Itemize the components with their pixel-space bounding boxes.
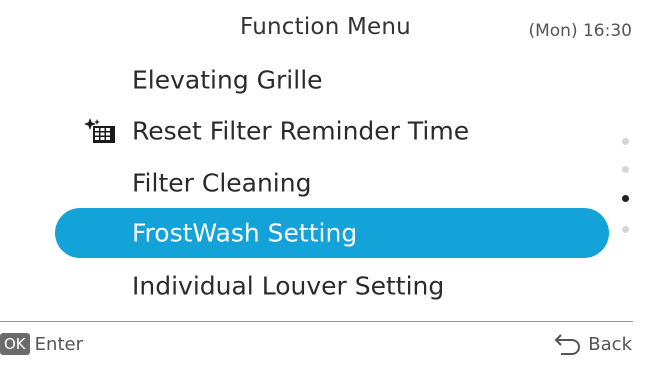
enter-label: Enter <box>34 333 83 355</box>
menu-item-label: Elevating Grille <box>132 65 323 95</box>
menu-item-label: Filter Cleaning <box>132 168 312 198</box>
menu-item-label: FrostWash Setting <box>132 218 358 248</box>
page-dot <box>622 138 629 145</box>
menu-item-reset-filter-reminder-time[interactable]: Reset Filter Reminder Time <box>55 106 609 156</box>
page-indicator <box>622 134 632 244</box>
menu-item-elevating-grille[interactable]: Elevating Grille <box>55 55 609 105</box>
footer-divider <box>0 321 633 322</box>
page-dot-active <box>622 195 629 202</box>
menu-item-label: Individual Louver Setting <box>132 271 445 301</box>
filter-sparkle-icon <box>83 118 117 144</box>
page-dot <box>622 226 629 233</box>
menu-list: Elevating Grille Reset Filter Reminder T… <box>0 0 651 320</box>
function-menu-screen: Function Menu (Mon) 16:30 Elevating Gril… <box>0 0 651 372</box>
menu-item-individual-louver-setting[interactable]: Individual Louver Setting <box>55 261 609 311</box>
menu-item-filter-cleaning[interactable]: Filter Cleaning <box>55 158 609 208</box>
enter-hint[interactable]: OK Enter <box>0 333 83 355</box>
page-dot <box>622 166 629 173</box>
return-arrow-icon <box>552 333 582 355</box>
menu-item-label: Reset Filter Reminder Time <box>132 116 470 146</box>
back-label: Back <box>588 333 632 355</box>
back-button[interactable]: Back <box>552 333 632 355</box>
menu-item-frostwash-setting[interactable]: FrostWash Setting <box>55 208 609 258</box>
ok-badge: OK <box>0 333 30 355</box>
